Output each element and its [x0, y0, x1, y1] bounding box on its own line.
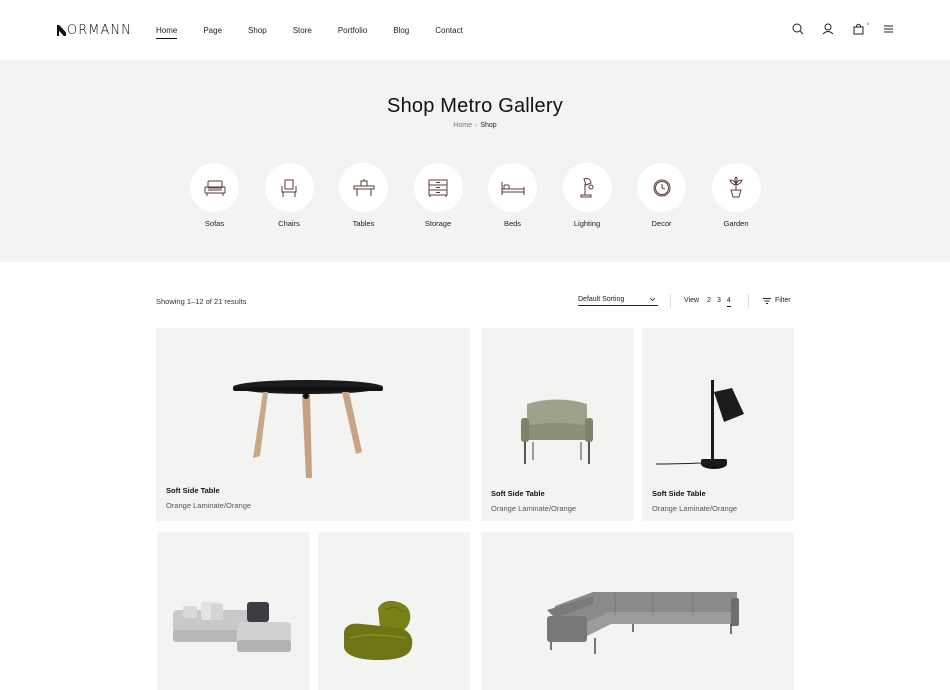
product-card[interactable]: Soft Side Table Orange Laminate/Orange: [481, 328, 633, 521]
category-circle: [190, 163, 239, 212]
nav-home[interactable]: Home: [156, 26, 178, 39]
category-circle: [637, 163, 686, 212]
breadcrumb-home[interactable]: Home: [453, 122, 472, 129]
product-card[interactable]: [318, 532, 470, 690]
search-icon[interactable]: [790, 21, 806, 37]
product-image-corner-sofa: [547, 592, 739, 654]
breadcrumb: Home › Shop: [0, 122, 950, 129]
sorting-value: Default Sorting: [578, 296, 625, 303]
table-icon: [353, 178, 374, 196]
menu-icon[interactable]: [880, 21, 896, 37]
bed-icon: [501, 181, 524, 195]
user-icon[interactable]: [820, 21, 836, 37]
page-hero: Shop Metro Gallery Home › Shop Sofas Chair…: [0, 60, 950, 262]
category-beds[interactable]: Beds: [488, 163, 563, 228]
nav-page[interactable]: Page: [203, 26, 222, 38]
filter-button[interactable]: Filter: [763, 297, 791, 304]
category-label: Chairs: [278, 219, 300, 228]
site-header: ORMANN Home Page Shop Store Portfolio Bl…: [0, 0, 950, 60]
category-decor[interactable]: Decor: [637, 163, 712, 228]
page-title: Shop Metro Gallery: [387, 95, 563, 117]
category-label: Sofas: [204, 219, 225, 228]
breadcrumb-separator: ›: [474, 122, 478, 129]
product-card[interactable]: [157, 532, 309, 690]
divider: [748, 294, 749, 308]
category-circle: [264, 163, 314, 212]
header-actions: 0: [776, 21, 896, 37]
category-circle: [339, 163, 388, 212]
product-title[interactable]: Soft Side Table: [652, 489, 706, 498]
category-circle: [413, 163, 463, 212]
main-nav: Home Page Shop Store Portfolio Blog Cont…: [156, 26, 489, 39]
category-label: Lighting: [573, 219, 601, 228]
divider: [670, 294, 671, 308]
filter-icon: [763, 297, 771, 304]
category-label: Garden: [723, 219, 749, 228]
nav-contact[interactable]: Contact: [435, 26, 463, 38]
product-title[interactable]: Soft Side Table: [491, 489, 545, 498]
logo-mark-icon: [57, 24, 66, 36]
view-option-4[interactable]: 4: [726, 297, 731, 307]
category-storage[interactable]: Storage: [413, 163, 489, 228]
product-image-lounge-chair: [344, 600, 413, 660]
sofa-icon: [204, 180, 225, 196]
product-image-desk-lamp: [655, 380, 744, 469]
category-label: Decor: [651, 219, 672, 228]
category-sofas[interactable]: Sofas: [190, 163, 265, 228]
result-count: Showing 1–12 of 21 results: [156, 297, 247, 306]
view-switcher: View 2 3 4: [684, 297, 737, 307]
logo-text: ORMANN: [67, 22, 132, 38]
category-circle: [562, 163, 612, 212]
product-subtitle: Orange Laminate/Orange: [166, 501, 252, 510]
category-chairs[interactable]: Chairs: [264, 163, 340, 228]
nav-blog[interactable]: Blog: [393, 26, 409, 38]
product-card[interactable]: [481, 532, 794, 690]
product-card[interactable]: Soft Side Table Orange Laminate/Orange: [642, 328, 794, 521]
category-list: Sofas Chairs Tables Storage Beds Lightin…: [190, 163, 786, 228]
category-tables[interactable]: Tables: [339, 163, 414, 228]
category-label: Storage: [424, 219, 452, 228]
view-label: View: [684, 297, 700, 304]
nav-store[interactable]: Store: [293, 26, 312, 38]
breadcrumb-current: Shop: [480, 122, 497, 129]
logo[interactable]: ORMANN: [57, 22, 132, 38]
product-image-modular-sofa: [173, 602, 291, 652]
product-subtitle: Orange Laminate/Orange: [491, 504, 577, 513]
product-image-armchair: [521, 399, 593, 464]
chevron-down-icon: [649, 297, 656, 302]
product-card[interactable]: Soft Side Table Orange Laminate/Orange: [156, 328, 470, 521]
category-garden[interactable]: Garden: [711, 163, 787, 228]
storage-icon: [428, 179, 448, 197]
category-circle: [488, 163, 537, 212]
product-title[interactable]: Soft Side Table: [166, 486, 220, 495]
category-lighting[interactable]: Lighting: [562, 163, 638, 228]
view-option-2[interactable]: 2: [707, 297, 711, 304]
filter-label: Filter: [775, 297, 791, 304]
sorting-select[interactable]: Default Sorting: [578, 296, 658, 306]
clock-icon: [653, 179, 670, 196]
nav-shop[interactable]: Shop: [248, 26, 267, 38]
nav-portfolio[interactable]: Portfolio: [338, 26, 367, 38]
cart-icon[interactable]: 0: [850, 21, 869, 37]
category-label: Tables: [352, 219, 375, 228]
category-label: Beds: [503, 219, 522, 228]
product-subtitle: Orange Laminate/Orange: [652, 504, 738, 513]
category-circle: [711, 163, 761, 212]
view-option-3[interactable]: 3: [717, 297, 721, 304]
product-image-side-table: [233, 380, 383, 478]
chair-icon: [281, 179, 297, 197]
lamp-icon: [580, 177, 594, 197]
cart-count: 0: [866, 21, 869, 26]
plant-icon: [729, 175, 743, 197]
